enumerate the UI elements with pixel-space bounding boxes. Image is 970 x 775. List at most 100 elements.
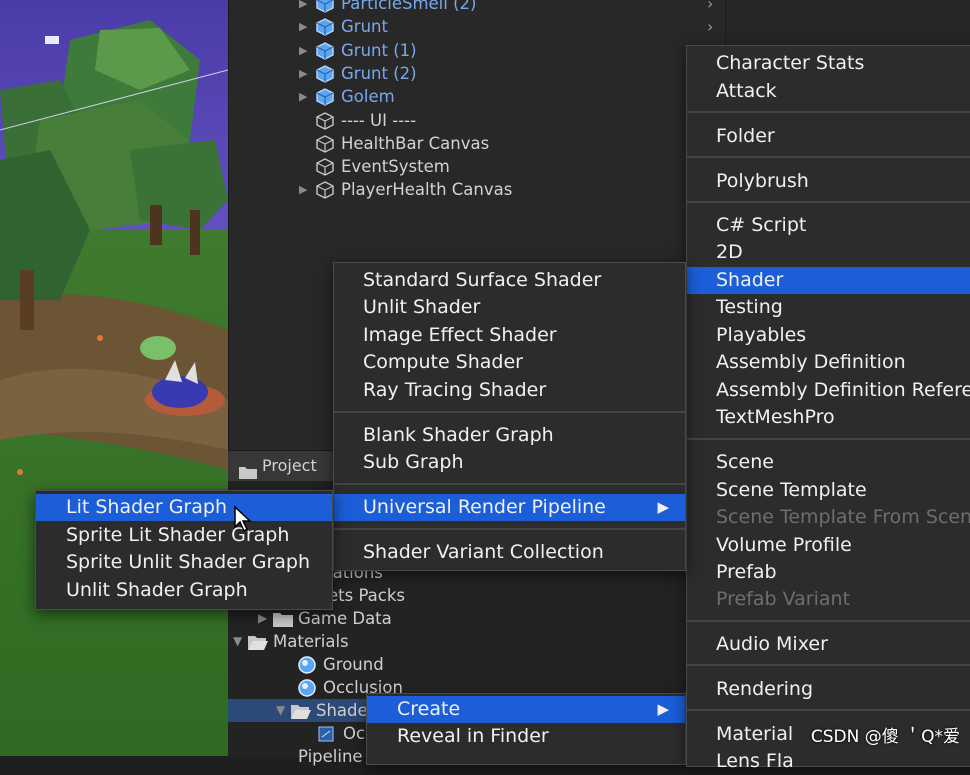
create-menu-item: Prefab Variant (687, 586, 970, 613)
urp-menu-item[interactable]: Unlit Shader Graph (36, 577, 332, 604)
create-menu-item-label: Audio Mixer (716, 633, 828, 655)
create-menu-item-label: Scene Template (716, 479, 867, 501)
create-menu-item[interactable]: Testing (687, 294, 970, 321)
create-menu-item[interactable]: Volume Profile (687, 532, 970, 559)
shader-menu-item[interactable]: Sub Graph (334, 449, 685, 476)
project-row[interactable]: ▼ Materials (228, 630, 728, 653)
create-menu-item[interactable]: C# Script (687, 212, 970, 239)
shader-menu-item[interactable]: Standard Surface Shader (334, 267, 685, 294)
urp-menu-item[interactable]: Sprite Lit Shader Graph (36, 522, 332, 549)
hierarchy-row[interactable]: ▶ Grunt › (229, 15, 726, 38)
menu-separator (334, 411, 685, 413)
menu-separator (687, 201, 970, 203)
shader-menu-item-label: Shader Variant Collection (363, 541, 604, 563)
create-menu-item: Scene Template From Scen (687, 504, 970, 531)
expand-arrow-icon[interactable]: ▶ (299, 39, 307, 62)
urp-submenu: Lit Shader Graph Sprite Lit Shader Graph S… (35, 490, 333, 610)
menu-separator (687, 111, 970, 113)
hierarchy-row[interactable]: ▶Grunt (1)› (229, 39, 726, 62)
create-menu-item[interactable]: Attack (687, 78, 970, 105)
urp-menu-item[interactable]: Sprite Unlit Shader Graph (36, 549, 332, 576)
project-row[interactable]: Ground (228, 653, 728, 676)
urp-menu-item-label: Lit Shader Graph (66, 496, 227, 518)
project-row[interactable]: ▶ Game Data (228, 607, 728, 630)
expand-arrow-icon[interactable]: ▶ (299, 0, 307, 15)
asset-menu-item[interactable]: Create ▶ (367, 696, 685, 723)
create-menu-item-label: Prefab Variant (716, 588, 851, 610)
shader-menu-item-label: Standard Surface Shader (363, 269, 602, 291)
expand-arrow-icon[interactable]: ▼ (233, 630, 242, 653)
create-menu-item-label: Scene (716, 451, 774, 473)
create-submenu: Character Stats Attack Folder Polybrush C# S… (686, 45, 970, 772)
create-menu-item[interactable]: Scene Template (687, 477, 970, 504)
menu-separator (687, 664, 970, 666)
shader-menu-item[interactable]: Unlit Shader (334, 294, 685, 321)
expand-arrow-icon[interactable]: ▶ (299, 178, 307, 201)
chevron-right-icon[interactable]: › (707, 0, 713, 15)
create-menu-item-label: Attack (716, 80, 777, 102)
create-menu-item-label: Testing (716, 296, 783, 318)
create-menu-item[interactable]: Polybrush (687, 168, 970, 195)
shader-menu-item[interactable]: Ray Tracing Shader (334, 377, 685, 404)
folder-icon (239, 459, 257, 479)
tab-project-label: Project (262, 456, 317, 475)
hierarchy-row[interactable]: ▶Grunt (2)› (229, 62, 726, 85)
scene-view[interactable] (0, 0, 228, 756)
chevron-right-icon[interactable]: › (707, 15, 713, 38)
asset-menu-item-label: Reveal in Finder (397, 725, 549, 747)
create-menu-item-label: Assembly Definition Refere (716, 379, 970, 401)
hierarchy-row[interactable]: ▶Golem› (229, 85, 726, 108)
scene-render (0, 0, 228, 756)
shader-menu-item-label: Image Effect Shader (363, 324, 557, 346)
prefab-cube-icon (315, 41, 335, 60)
menu-separator (687, 709, 970, 711)
shader-menu-item-label: Universal Render Pipeline (363, 496, 606, 518)
hierarchy-row-label: Grunt (1) (341, 40, 417, 60)
create-menu-item-label: Character Stats (716, 52, 865, 74)
hierarchy-row[interactable]: ---- UI ---- (229, 109, 726, 132)
create-menu-item[interactable]: Rendering (687, 676, 970, 703)
urp-menu-item[interactable]: Lit Shader Graph (36, 494, 332, 521)
create-menu-item[interactable]: Assembly Definition (687, 349, 970, 376)
create-menu-item-label: Shader (716, 269, 784, 291)
shader-menu-item[interactable]: Image Effect Shader (334, 322, 685, 349)
shader-menu-item[interactable]: Compute Shader (334, 349, 685, 376)
hierarchy-row-label: Golem (341, 87, 395, 107)
create-menu-item[interactable]: Lens Fla (687, 748, 970, 775)
gameobject-cube-icon (315, 111, 335, 130)
create-menu-item[interactable]: TextMeshPro (687, 404, 970, 431)
hierarchy-row[interactable]: ▶ PlayerHealth Canvas (229, 178, 726, 201)
create-menu-item-label: C# Script (716, 214, 807, 236)
create-menu-item[interactable]: Prefab (687, 559, 970, 586)
hierarchy-row[interactable]: EventSystem (229, 155, 726, 178)
create-menu-item[interactable]: Shader (687, 267, 970, 294)
shader-menu-item[interactable]: Blank Shader Graph (334, 422, 685, 449)
expand-arrow-icon[interactable]: ▶ (299, 62, 307, 85)
menu-separator (687, 620, 970, 622)
expand-arrow-icon[interactable]: ▶ (258, 607, 267, 630)
watermark: CSDN @傻 ＇Q*爱 (810, 727, 960, 747)
menu-separator (334, 483, 685, 485)
create-menu-item[interactable]: Assembly Definition Refere (687, 377, 970, 404)
mouse-cursor (233, 505, 253, 533)
create-menu-item-label: Material (716, 723, 794, 745)
create-menu-item[interactable]: Folder (687, 123, 970, 150)
hierarchy-row[interactable]: HealthBar Canvas (229, 132, 726, 155)
expand-arrow-icon[interactable]: ▼ (276, 699, 285, 722)
project-row-label: Pipeline (298, 747, 363, 766)
expand-arrow-icon[interactable]: ▶ (299, 15, 307, 38)
shader-menu-item[interactable]: Shader Variant Collection (334, 539, 685, 566)
create-menu-item[interactable]: Audio Mixer (687, 631, 970, 658)
create-menu-item[interactable]: Playables (687, 322, 970, 349)
create-menu-item[interactable]: Scene (687, 449, 970, 476)
asset-menu-item[interactable]: Reveal in Finder (367, 723, 685, 750)
expand-arrow-icon[interactable]: ▶ (299, 85, 307, 108)
create-menu-item[interactable]: 2D (687, 239, 970, 266)
asset-menu-item-label: Create (397, 698, 461, 720)
tab-project[interactable]: Project (228, 451, 335, 481)
hierarchy-row[interactable]: ▶ ParticleSmell (2) › (229, 0, 726, 15)
create-menu-item[interactable]: Character Stats (687, 50, 970, 77)
submenu-arrow-icon: ▶ (657, 700, 669, 718)
project-row-label: Shade (316, 701, 368, 720)
shader-menu-item[interactable]: Universal Render Pipeline ▶ (334, 494, 685, 521)
